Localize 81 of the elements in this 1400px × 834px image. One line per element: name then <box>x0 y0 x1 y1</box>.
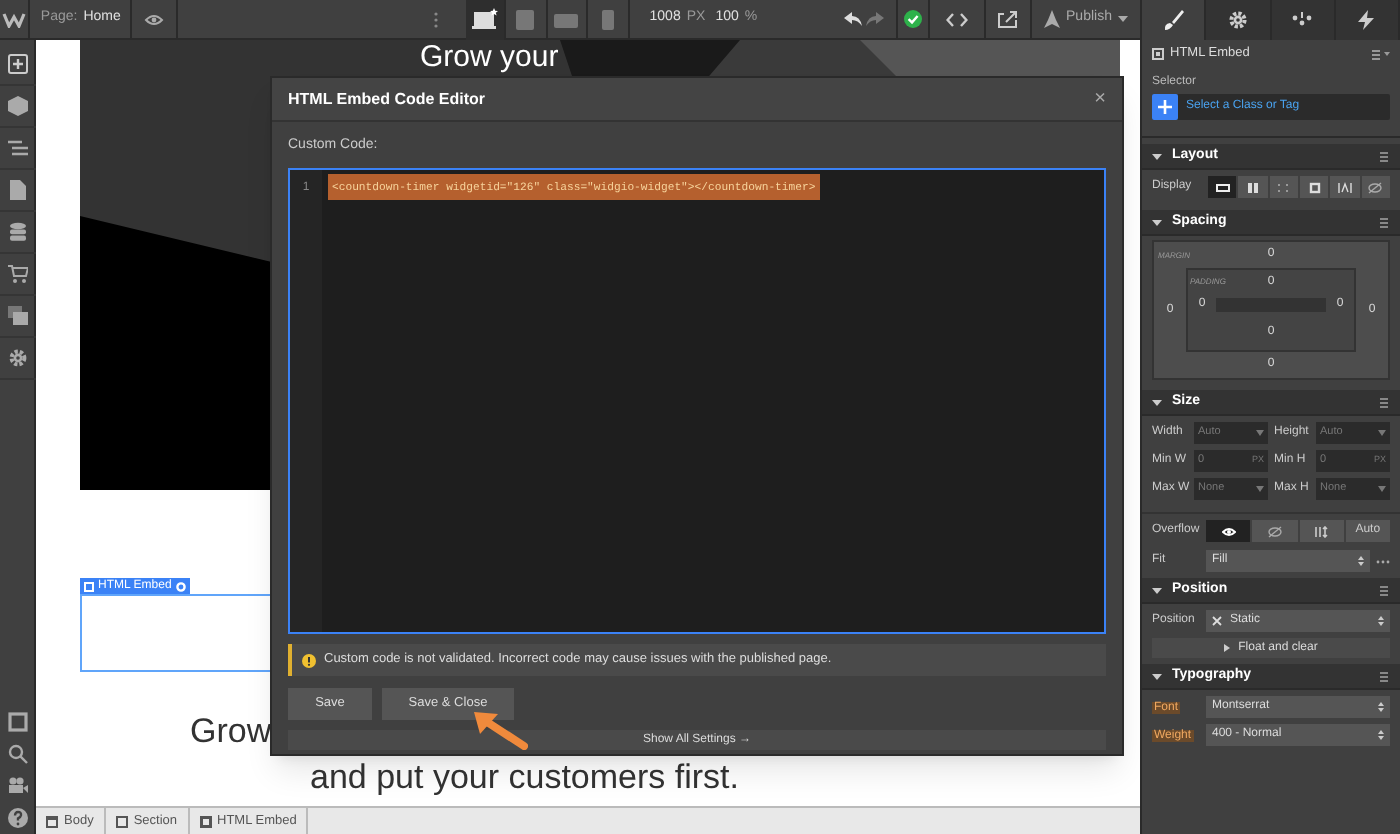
flex-icon <box>1245 181 1260 193</box>
toggle-button[interactable] <box>1238 176 1268 198</box>
rocket-icon <box>1044 10 1061 28</box>
video-camera-icon[interactable] <box>7 776 27 796</box>
cube-icon[interactable] <box>7 96 27 116</box>
inline-block-icon <box>1307 181 1322 193</box>
block-icon <box>1215 181 1230 193</box>
check-icon[interactable] <box>904 10 923 28</box>
caret-icon[interactable] <box>1152 399 1162 405</box>
section-heading: Grow <box>190 714 272 750</box>
embed-icon <box>199 815 212 827</box>
menu-icon[interactable] <box>1380 585 1390 595</box>
caret-icon <box>1224 644 1231 652</box>
add-icon <box>1158 100 1172 114</box>
device-button[interactable] <box>465 0 507 39</box>
sort-icon <box>1358 556 1364 566</box>
caret-icon[interactable] <box>1152 587 1162 593</box>
toggle-button[interactable] <box>1299 176 1329 198</box>
warning-icon <box>302 653 316 667</box>
caret-icon <box>1256 430 1264 436</box>
menu-icon[interactable] <box>1380 397 1390 407</box>
frame-icon[interactable] <box>7 712 27 732</box>
square-icon <box>46 815 58 827</box>
hidden-icon <box>1267 525 1282 537</box>
close-button[interactable]: × <box>1094 89 1106 109</box>
embed-icon <box>84 581 94 591</box>
settings-icon[interactable] <box>7 348 27 368</box>
hero-heading: Grow your <box>420 40 559 74</box>
caret-icon[interactable] <box>1152 673 1162 679</box>
dialog-title: HTML Embed Code Editor <box>288 87 486 111</box>
code-icon[interactable] <box>946 11 969 27</box>
menu-icon[interactable] <box>1380 151 1390 161</box>
menu-icon[interactable] <box>1380 671 1390 681</box>
brush-icon <box>1163 10 1184 30</box>
more-icon[interactable] <box>433 11 438 27</box>
search-icon[interactable] <box>7 744 27 764</box>
caret-icon <box>1117 16 1128 22</box>
caret-icon[interactable] <box>1152 153 1162 159</box>
menu-icon[interactable] <box>1372 49 1390 59</box>
lightning-icon <box>1356 10 1377 30</box>
sort-icon <box>1378 730 1384 740</box>
cart-icon[interactable] <box>7 264 27 284</box>
panel-tab[interactable] <box>1142 0 1207 40</box>
close-icon <box>1212 616 1222 626</box>
images-icon[interactable] <box>7 306 27 326</box>
logo-icon[interactable] <box>2 11 27 27</box>
annotation-arrow <box>474 712 528 750</box>
toggle-button[interactable] <box>1330 176 1360 198</box>
caret-icon[interactable] <box>1152 219 1162 225</box>
caret-icon <box>1256 486 1264 492</box>
toggle-button[interactable] <box>1208 176 1237 198</box>
export-icon[interactable] <box>998 10 1019 28</box>
sort-icon <box>1378 702 1384 712</box>
square-icon <box>115 815 128 827</box>
toggle-button[interactable] <box>1269 176 1298 198</box>
settings-icon <box>1227 10 1248 30</box>
hidden-icon <box>1368 181 1383 193</box>
navigator-icon[interactable] <box>7 138 27 158</box>
page-icon[interactable] <box>7 180 27 200</box>
dots-icon <box>1292 10 1313 30</box>
help-icon[interactable] <box>7 808 27 828</box>
inline-icon <box>1337 181 1352 193</box>
toggle-button[interactable] <box>1299 520 1344 542</box>
toggle-button[interactable] <box>1206 520 1251 542</box>
section-subheading: and put your customers first. <box>310 760 739 796</box>
database-icon[interactable] <box>7 222 27 242</box>
eye-icon[interactable] <box>144 13 165 25</box>
sort-icon <box>1378 616 1384 626</box>
scroll-icon <box>1314 525 1329 537</box>
menu-icon[interactable] <box>1380 217 1390 227</box>
tablet-icon <box>512 7 539 31</box>
caret-icon <box>1378 486 1386 492</box>
undo-icon[interactable] <box>844 12 863 26</box>
monitor-icon <box>471 7 498 31</box>
panel-tab[interactable] <box>1271 0 1336 40</box>
add-icon[interactable] <box>7 54 27 74</box>
embed-icon <box>1152 48 1164 60</box>
caret-icon <box>1378 430 1386 436</box>
toggle-button[interactable] <box>1361 176 1390 198</box>
toggle-button[interactable] <box>1252 520 1297 542</box>
eye-icon <box>1221 525 1236 537</box>
